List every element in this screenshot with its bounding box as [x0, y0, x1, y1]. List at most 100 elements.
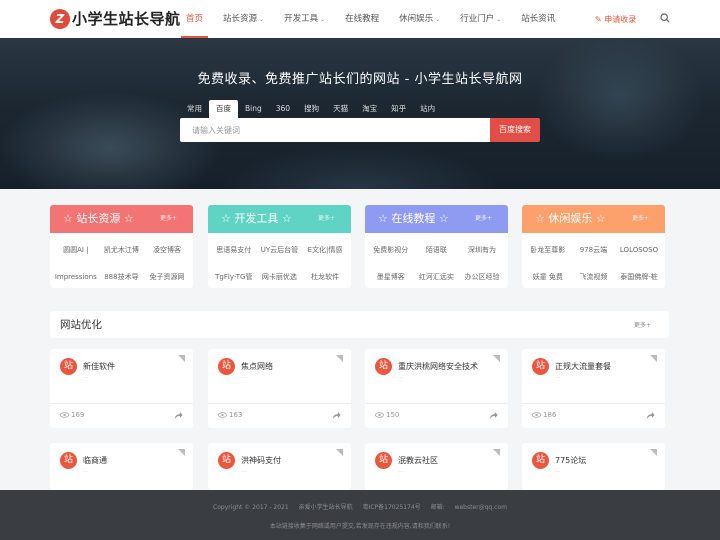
nav-item-5[interactable]: 行业门户 ⌄: [460, 0, 501, 38]
site-name[interactable]: 775论坛: [555, 455, 586, 466]
nav-item-6[interactable]: 站长资讯: [521, 0, 555, 38]
search-tab-4[interactable]: 搜狗: [297, 100, 326, 118]
nav-item-1[interactable]: 站长资源 ⌄: [223, 0, 264, 38]
category-link[interactable]: 飞流视频: [571, 264, 617, 288]
nav-item-label: 首页: [186, 14, 204, 24]
nav-item-label: 行业门户: [460, 14, 495, 24]
search-tab-2[interactable]: Bing: [238, 100, 269, 118]
nav-item-4[interactable]: 休闲娱乐 ⌄: [399, 0, 440, 38]
category-link[interactable]: 凌空博客: [144, 237, 190, 264]
footer-icp[interactable]: 粤ICP备17025174号: [363, 504, 421, 511]
search-tab-3[interactable]: 360: [269, 100, 297, 118]
category-header: ☆ 开发工具 ☆ 更多+: [208, 205, 351, 233]
search-button[interactable]: 百度搜索: [490, 118, 540, 142]
footer-notice: 本站链接收集于网络或用户提交,若发现存在违规内容,请和我们联系!: [269, 523, 451, 530]
category-link[interactable]: 杜龙软件: [302, 264, 348, 288]
search-tab-1[interactable]: 百度: [209, 100, 238, 118]
category-link[interactable]: 陌语联: [414, 237, 460, 264]
nav-item-3[interactable]: 在线教程: [345, 0, 379, 38]
eye-icon: [532, 412, 541, 418]
site-name[interactable]: 正规大流量套餐: [555, 361, 611, 372]
footer-brand[interactable]: 亲爱小学生站长导航: [299, 504, 353, 511]
category-links: 免费影视分 陌语联 深圳有为墨星博客 红河汇远实 办公区经验: [365, 233, 508, 288]
site-card-3[interactable]: 站正规大流量套餐... 186: [522, 349, 665, 428]
category-link[interactable]: 网卡丽优选: [257, 264, 303, 288]
site-name[interactable]: 临商通: [83, 455, 107, 466]
site-description: ...: [398, 467, 404, 474]
site-badge-icon: 站: [218, 452, 235, 469]
footer-email[interactable]: webster@qq.com: [455, 504, 507, 511]
category-link[interactable]: 深圳有为: [459, 237, 505, 264]
corner-flag-icon: [336, 449, 343, 456]
category-link[interactable]: Impressions: [53, 264, 99, 288]
category-link[interactable]: TgFly-TG管: [211, 264, 257, 288]
search-input[interactable]: [180, 118, 480, 142]
category-more-link[interactable]: 更多+: [160, 205, 177, 233]
category-link[interactable]: 妖童 免费: [525, 264, 571, 288]
site-card-0[interactable]: 站新佳软件... 169: [50, 349, 193, 428]
site-logo[interactable]: Z 小学生站长导航: [50, 8, 181, 29]
search-engine-tabs: 常用 百度 Bing 360 搜狗 天猫 淘宝 知乎 站内: [180, 100, 442, 118]
search-tab-6[interactable]: 淘宝: [355, 100, 384, 118]
category-link[interactable]: 泰国佛牌-桩: [616, 264, 662, 288]
site-card-footer: 169: [50, 403, 193, 428]
site-card-5[interactable]: 站洪神码支付...: [208, 443, 351, 490]
section-title: 网站优化: [60, 319, 102, 331]
share-icon[interactable]: [174, 411, 183, 420]
category-link[interactable]: 思语易支付: [211, 237, 257, 264]
site-name[interactable]: 泯教云社区: [398, 455, 438, 466]
apply-listing-label: 申请收录: [604, 15, 637, 24]
apply-listing-link[interactable]: ✎ 申请收录: [595, 14, 636, 25]
site-card-1[interactable]: 站焦点网络... 163: [208, 349, 351, 428]
site-card-footer: 150: [365, 403, 508, 428]
search-tab-0[interactable]: 常用: [180, 100, 209, 118]
category-link[interactable]: E文化|情感: [302, 237, 348, 264]
site-name[interactable]: 新佳软件: [83, 361, 115, 372]
search-icon[interactable]: [660, 13, 670, 23]
search-tab-8[interactable]: 站内: [413, 100, 442, 118]
nav-item-label: 休闲娱乐: [399, 14, 434, 24]
main-nav: 首页 站长资源 ⌄ 开发工具 ⌄ 在线教程 休闲娱乐 ⌄ 行业门户 ⌄ 站长资讯: [180, 0, 575, 38]
site-card-footer: 186: [522, 403, 665, 428]
site-name[interactable]: 重庆洪桃网络安全技术: [398, 361, 478, 372]
nav-item-2[interactable]: 开发工具 ⌄: [284, 0, 325, 38]
category-title: ☆ 在线教程 ☆: [378, 212, 449, 225]
site-card-2[interactable]: 站重庆洪桃网络安全技术... 150: [365, 349, 508, 428]
category-link[interactable]: 978云端: [571, 237, 617, 264]
category-more-link[interactable]: 更多+: [632, 205, 649, 233]
section-more-link[interactable]: 更多+: [634, 320, 651, 329]
nav-item-0[interactable]: 首页: [180, 0, 209, 38]
search-tab-7[interactable]: 知乎: [384, 100, 413, 118]
site-card-4[interactable]: 站临商通...: [50, 443, 193, 490]
share-icon[interactable]: [646, 411, 655, 420]
category-link[interactable]: UY云后台管: [257, 237, 303, 264]
category-card-1: ☆ 开发工具 ☆ 更多+ 思语易支付 UY云后台管 E文化|情感 TgFly-TG管 网卡丽…: [208, 205, 351, 288]
site-card-6[interactable]: 站泯教云社区...: [365, 443, 508, 490]
category-link[interactable]: 办公区经验: [459, 264, 505, 288]
nav-item-label: 开发工具: [284, 14, 319, 24]
search-box: [180, 118, 490, 142]
category-more-link[interactable]: 更多+: [475, 205, 492, 233]
search-tab-5[interactable]: 天猫: [326, 100, 355, 118]
category-link[interactable]: 墨星博客: [368, 264, 414, 288]
category-link[interactable]: LOLOSOSO: [616, 237, 662, 264]
category-link[interactable]: 免子资源网: [144, 264, 190, 288]
category-card-3: ☆ 休闲娱乐 ☆ 更多+ 卧龙至尊影 978云端 LOLOSOSO 妖童 免费 飞流视频 泰国…: [522, 205, 665, 288]
corner-flag-icon: [336, 355, 343, 362]
category-links: 思语易支付 UY云后台管 E文化|情感 TgFly-TG管 网卡丽优选 杜龙软件: [208, 233, 351, 288]
share-icon[interactable]: [489, 411, 498, 420]
category-link[interactable]: 卧龙至尊影: [525, 237, 571, 264]
eye-icon: [375, 412, 384, 418]
category-link[interactable]: 圆圆AI |: [53, 237, 99, 264]
top-header: Z 小学生站长导航 首页 站长资源 ⌄ 开发工具 ⌄ 在线教程 休闲娱乐 ⌄ 行业门户 ⌄ 站长资讯…: [0, 0, 720, 38]
category-more-link[interactable]: 更多+: [318, 205, 335, 233]
share-icon[interactable]: [332, 411, 341, 420]
site-name[interactable]: 洪神码支付: [241, 455, 281, 466]
logo-mark-icon: Z: [50, 8, 70, 29]
category-link[interactable]: 红河汇远实: [414, 264, 460, 288]
site-name[interactable]: 焦点网络: [241, 361, 273, 372]
category-link[interactable]: 888技术导: [99, 264, 145, 288]
category-link[interactable]: 凯尤木江博: [99, 237, 145, 264]
site-card-7[interactable]: 站 775论坛...: [522, 443, 665, 490]
category-link[interactable]: 免费影视分: [368, 237, 414, 264]
